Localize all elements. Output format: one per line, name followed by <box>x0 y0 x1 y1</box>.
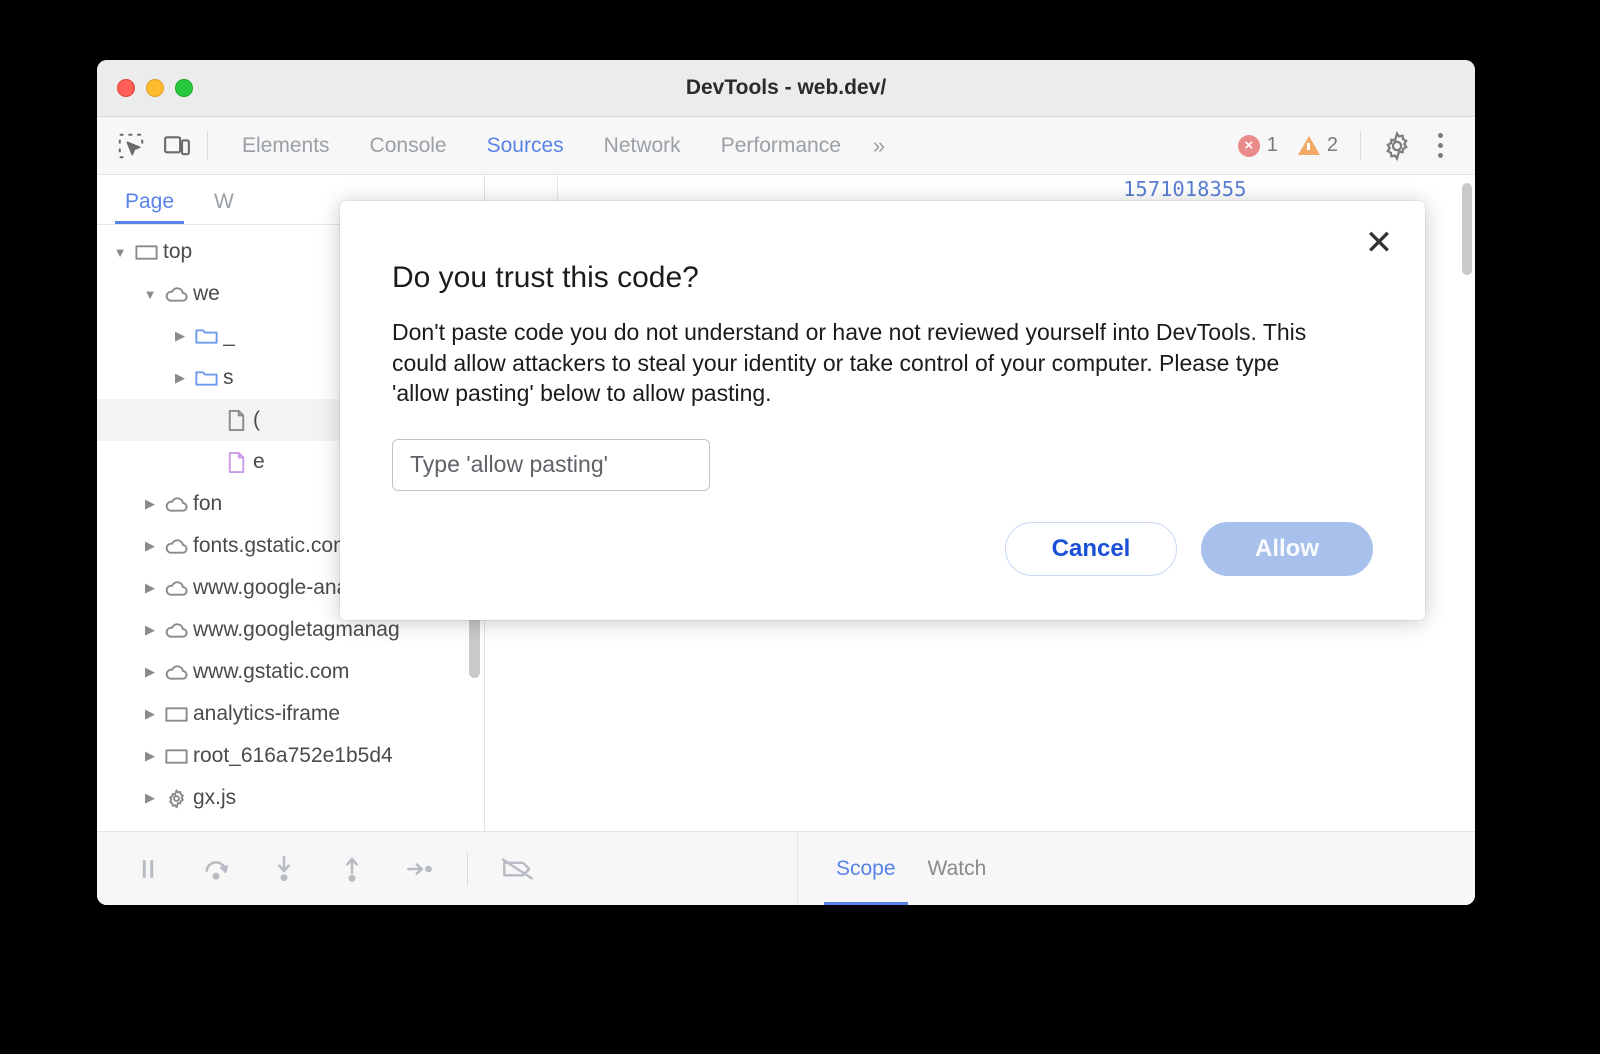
tree-row[interactable]: ▶ gx.js <box>97 777 484 819</box>
debugger-toolbar: Scope Watch <box>97 831 1475 905</box>
close-icon[interactable]: ✕ <box>1357 221 1401 265</box>
cloud-icon <box>159 491 193 518</box>
debugger-divider <box>467 851 468 886</box>
nav-tab-workspace[interactable]: W <box>196 184 252 224</box>
dialog-message: Don't paste code you do not understand o… <box>392 319 1307 407</box>
frame-icon <box>159 701 193 728</box>
screenshot-stage: DevTools - web.dev/ Elements Console Sou… <box>0 0 1600 1054</box>
tab-console[interactable]: Console <box>350 128 467 164</box>
toolbar-divider <box>207 130 208 161</box>
tree-row-label: e <box>253 450 265 473</box>
folder-icon <box>189 365 223 392</box>
chevron-right-icon[interactable]: ▶ <box>141 706 159 722</box>
maximize-window-button[interactable] <box>175 79 193 97</box>
inspect-element-icon[interactable] <box>111 127 151 165</box>
warning-triangle-icon <box>1297 136 1320 155</box>
cloud-icon <box>159 281 193 308</box>
chevron-right-icon[interactable]: ▶ <box>141 622 159 638</box>
debugger-tabs: Scope Watch <box>797 832 1002 905</box>
tree-row-label: _ <box>223 324 235 347</box>
tab-watch[interactable]: Watch <box>912 832 1003 905</box>
chevron-right-icon[interactable]: ▶ <box>141 790 159 806</box>
chevron-right-icon[interactable]: ▶ <box>141 748 159 764</box>
tab-performance[interactable]: Performance <box>701 128 861 164</box>
file-css-icon <box>219 449 253 476</box>
pause-icon[interactable] <box>119 840 177 898</box>
cloud-icon <box>159 659 193 686</box>
error-circle-icon: × <box>1237 134 1260 157</box>
chevron-right-icon[interactable]: ▶ <box>141 496 159 512</box>
tree-row[interactable]: ▶ analytics-iframe <box>97 693 484 735</box>
devtools-toolbar: Elements Console Sources Network Perform… <box>97 117 1475 175</box>
chevron-right-icon[interactable]: ▶ <box>171 328 189 344</box>
cancel-button[interactable]: Cancel <box>1005 522 1177 576</box>
tree-row-label: ( <box>253 408 260 431</box>
tree-row[interactable]: ▶ root_616a752e1b5d4 <box>97 735 484 777</box>
tree-row-label: fon <box>193 492 223 515</box>
error-count-badge[interactable]: × 1 <box>1230 134 1286 157</box>
chevron-down-icon[interactable]: ▼ <box>141 287 159 302</box>
nav-tab-page[interactable]: Page <box>107 184 192 224</box>
error-count-label: 1 <box>1266 134 1278 156</box>
debugger-controls <box>97 840 797 898</box>
editor-vertical-scrollbar[interactable] <box>1462 183 1472 275</box>
chevron-right-icon[interactable]: ▶ <box>141 580 159 596</box>
tree-row-label: analytics-iframe <box>193 702 341 725</box>
tab-sources[interactable]: Sources <box>467 128 584 164</box>
warning-count-badge[interactable]: 2 <box>1290 134 1346 157</box>
tree-row-label: www.googletagmanag <box>193 618 400 641</box>
file-icon <box>219 407 253 434</box>
folder-icon <box>189 323 223 350</box>
window-title: DevTools - web.dev/ <box>685 76 887 99</box>
cloud-icon <box>159 617 193 644</box>
code-line-text: 1571018355 <box>1123 177 1247 201</box>
chevron-down-icon[interactable]: ▼ <box>111 245 129 260</box>
gear-icon <box>159 785 193 812</box>
dialog-title: Do you trust this code? <box>392 261 699 294</box>
trust-code-dialog: ✕ Do you trust this code? Don't paste co… <box>340 201 1425 620</box>
chevron-right-icon[interactable]: ▶ <box>141 538 159 554</box>
tab-network[interactable]: Network <box>584 128 701 164</box>
window-titlebar: DevTools - web.dev/ <box>97 60 1475 117</box>
frame-icon <box>129 239 163 266</box>
tree-row-label: root_616a752e1b5d4 <box>193 744 393 767</box>
more-tabs-chevron-icon[interactable]: » <box>861 127 894 165</box>
allow-button[interactable]: Allow <box>1201 522 1373 576</box>
devtools-window: DevTools - web.dev/ Elements Console Sou… <box>97 60 1475 905</box>
tree-row-label: s <box>223 366 234 389</box>
tree-row-label: top <box>163 240 193 263</box>
frame-icon <box>159 743 193 770</box>
tree-row-label: gx.js <box>193 786 237 809</box>
step-out-icon[interactable] <box>323 840 381 898</box>
cloud-icon <box>159 575 193 602</box>
breakpoint-off-icon[interactable] <box>486 840 550 898</box>
warning-count-label: 2 <box>1326 134 1338 156</box>
step-over-icon[interactable] <box>187 840 245 898</box>
dialog-body: Do you trust this code? Don't paste code… <box>340 201 1425 491</box>
minimize-window-button[interactable] <box>146 79 164 97</box>
chevron-right-icon[interactable]: ▶ <box>141 664 159 680</box>
step-icon[interactable] <box>391 840 449 898</box>
chevron-right-icon[interactable]: ▶ <box>171 370 189 386</box>
tree-row-label: fonts.gstatic.com <box>193 534 351 557</box>
close-window-button[interactable] <box>117 79 135 97</box>
allow-pasting-input[interactable] <box>392 438 710 491</box>
tree-row-label: www.gstatic.com <box>193 660 350 683</box>
cloud-icon <box>159 533 193 560</box>
gear-icon[interactable] <box>1375 124 1419 168</box>
dialog-actions: Cancel Allow <box>1005 522 1373 576</box>
step-into-icon[interactable] <box>255 840 313 898</box>
tab-scope[interactable]: Scope <box>820 832 912 905</box>
tree-row[interactable]: ▶ www.gstatic.com <box>97 651 484 693</box>
code-line: 1571018355 <box>485 175 1475 204</box>
device-toolbar-icon[interactable] <box>157 127 197 165</box>
toolbar-right-group: × 1 2 <box>1230 124 1475 168</box>
panel-tabs: Elements Console Sources Network Perform… <box>222 127 894 165</box>
line-number[interactable] <box>485 175 557 204</box>
tab-elements[interactable]: Elements <box>222 128 350 164</box>
traffic-lights <box>117 79 193 97</box>
toolbar-divider-2 <box>1360 130 1361 161</box>
kebab-menu-icon[interactable] <box>1423 124 1457 168</box>
tree-row-label: we <box>193 282 220 305</box>
